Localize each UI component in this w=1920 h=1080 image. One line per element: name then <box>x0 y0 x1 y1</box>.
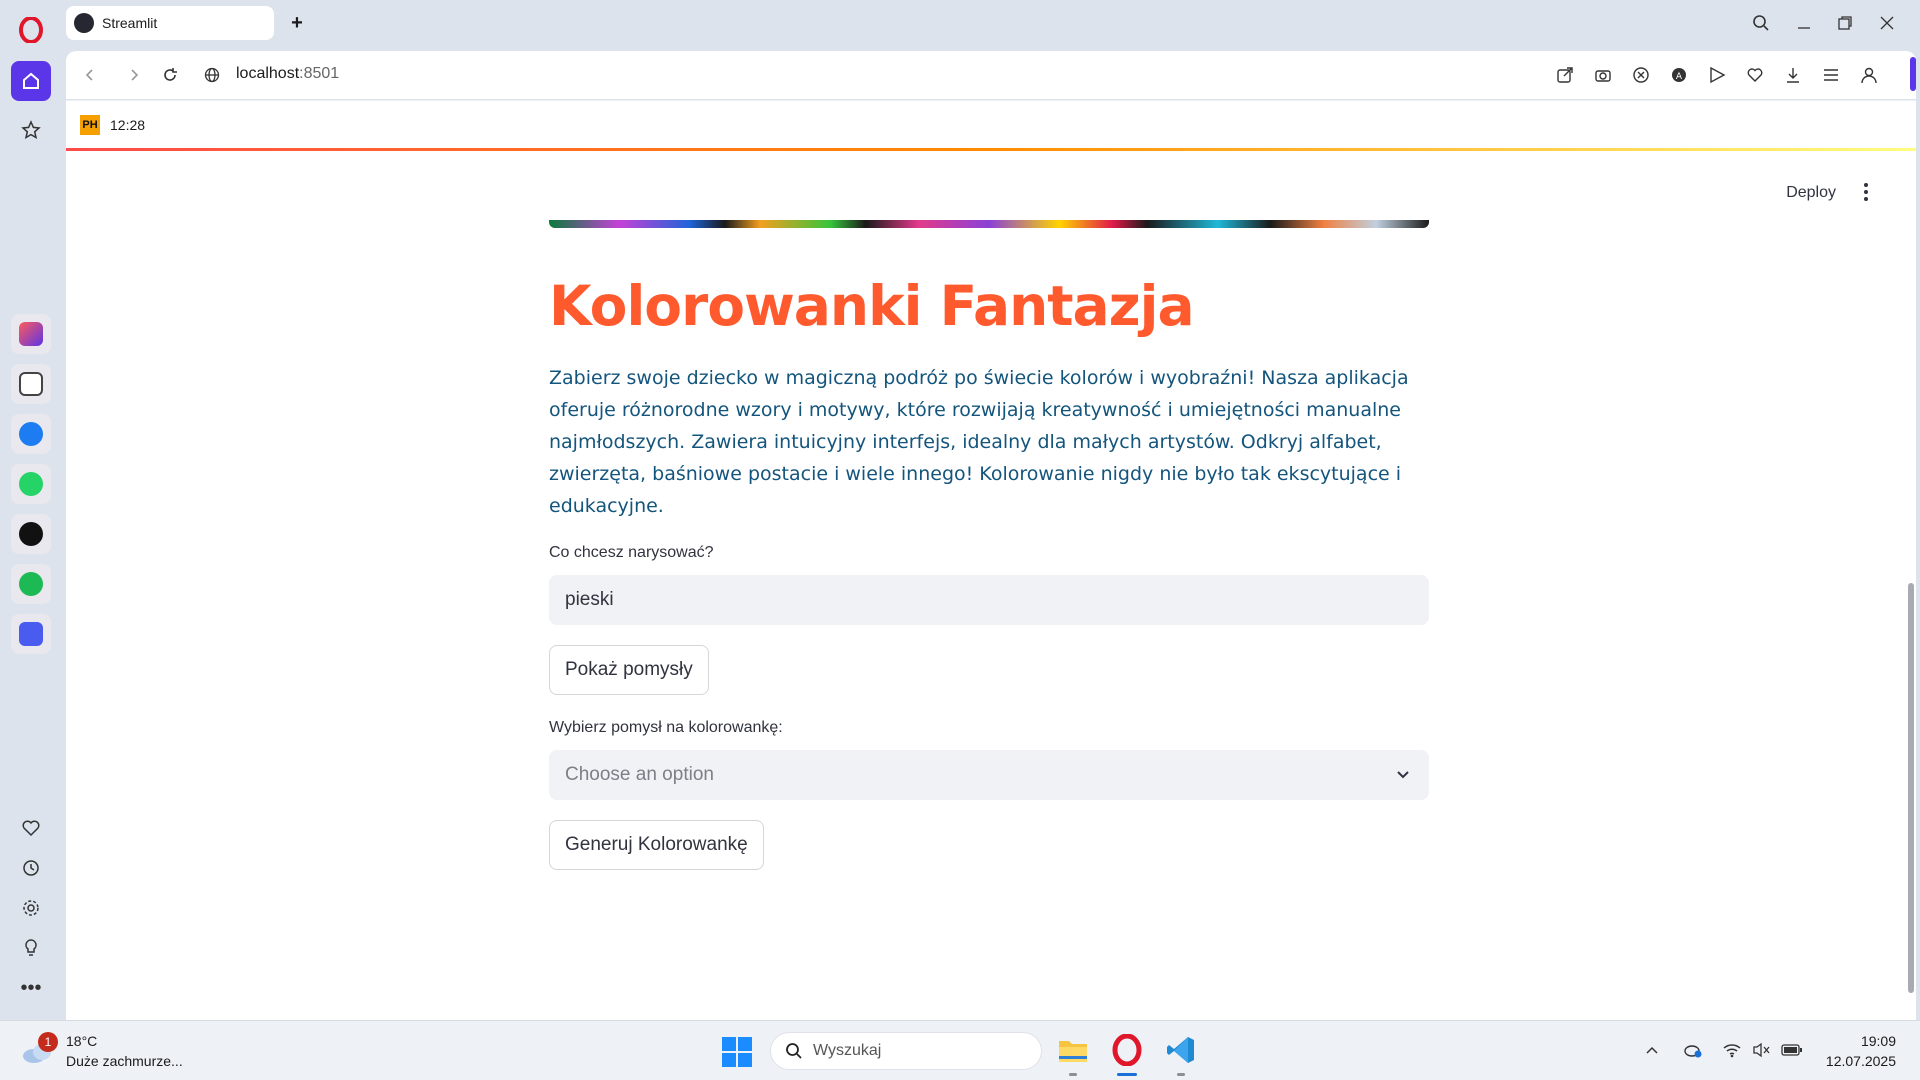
onedrive-icon[interactable] <box>1682 1039 1704 1061</box>
new-tab-button[interactable]: + <box>285 11 309 35</box>
weather-badge: 1 <box>38 1032 58 1052</box>
settings-icon[interactable] <box>11 888 51 928</box>
opera-logo-icon[interactable] <box>11 10 51 50</box>
send-icon[interactable] <box>1706 64 1728 86</box>
weather-temp: 18°C <box>66 1033 98 1049</box>
taskbar: 1 18°C Duże zachmurze... Wyszukaj 19:09 … <box>0 1020 1920 1080</box>
drawing-input-value: pieski <box>565 589 614 610</box>
tab-title: Streamlit <box>102 15 158 31</box>
more-icon[interactable]: ••• <box>11 968 51 1008</box>
opera-sidebar: ••• <box>0 0 62 1020</box>
messenger-icon[interactable] <box>11 414 51 454</box>
clock-date: 12.07.2025 <box>1825 1053 1896 1069</box>
minimize-icon[interactable] <box>1791 10 1817 36</box>
vscode-icon[interactable] <box>1162 1031 1200 1069</box>
shopping-bag-icon[interactable] <box>11 364 51 404</box>
deploy-button[interactable]: Deploy <box>1786 184 1836 202</box>
streamlit-page: Deploy Kolorowanki Fantazja Zabierz swoj… <box>66 148 1916 1020</box>
battery-icon[interactable] <box>1781 1039 1803 1061</box>
speaker-muted-icon[interactable] <box>1751 1039 1773 1061</box>
download-icon[interactable] <box>1782 64 1804 86</box>
aria-ai-icon[interactable] <box>11 314 51 354</box>
weather-widget[interactable]: 1 18°C Duże zachmurze... <box>20 1031 183 1071</box>
share-icon[interactable] <box>1554 64 1576 86</box>
drawing-input-label: Co chcesz narysować? <box>549 544 714 561</box>
sidebar-toggle-indicator[interactable] <box>1910 57 1916 91</box>
close-window-icon[interactable] <box>1874 10 1900 36</box>
search-tabs-icon[interactable] <box>1748 10 1774 36</box>
globe-icon[interactable] <box>200 63 224 87</box>
url-port: :8501 <box>299 65 340 82</box>
vscode-running-indicator <box>1177 1073 1185 1076</box>
idea-select[interactable]: Choose an option <box>549 750 1429 800</box>
main-menu-icon[interactable] <box>1854 180 1878 204</box>
svg-text:A: A <box>1676 72 1683 82</box>
idea-select-placeholder: Choose an option <box>565 764 714 785</box>
camera-icon[interactable] <box>1592 64 1614 86</box>
search-placeholder: Wyszukaj <box>813 1042 882 1059</box>
file-explorer-icon[interactable] <box>1054 1031 1092 1069</box>
bookmark-icon: PH <box>80 115 100 135</box>
scrollbar[interactable] <box>1908 583 1914 993</box>
spotify-icon[interactable] <box>11 564 51 604</box>
wifi-icon[interactable] <box>1721 1039 1743 1061</box>
profile-icon[interactable] <box>1858 64 1880 86</box>
adblock-icon[interactable] <box>1630 64 1652 86</box>
clock-time: 19:09 <box>1860 1033 1896 1049</box>
weather-desc: Duże zachmurze... <box>66 1053 183 1069</box>
streamlit-favicon-icon <box>74 13 94 33</box>
easy-setup-icon[interactable] <box>1820 64 1842 86</box>
history-icon[interactable] <box>11 848 51 888</box>
taskbar-search[interactable]: Wyszukaj <box>770 1032 1042 1070</box>
url-field[interactable]: localhost:8501 <box>236 65 339 83</box>
bookmarks-bar: PH 12:28 <box>66 100 1916 148</box>
banner-image <box>549 220 1429 228</box>
search-icon <box>786 1043 802 1059</box>
back-icon[interactable] <box>78 63 102 87</box>
vpn-icon[interactable]: A <box>1668 64 1690 86</box>
page-title: Kolorowanki Fantazja <box>549 274 1195 338</box>
idea-select-label: Wybierz pomysł na kolorowankę: <box>549 719 783 736</box>
chevron-up-icon[interactable] <box>1641 1039 1663 1061</box>
start-icon[interactable] <box>722 1037 752 1067</box>
chevron-down-icon <box>1397 771 1409 779</box>
tiktok-icon[interactable] <box>11 514 51 554</box>
address-bar: localhost:8501 A <box>66 51 1916 99</box>
drawing-input[interactable]: pieski <box>549 575 1429 625</box>
whatsapp-icon[interactable] <box>11 464 51 504</box>
url-host: localhost <box>236 65 300 82</box>
opera-active-indicator <box>1117 1073 1137 1076</box>
heart-icon[interactable] <box>11 808 51 848</box>
header-decoration <box>66 148 1916 151</box>
show-ideas-button[interactable]: Pokaż pomysły <box>549 645 709 695</box>
tab-streamlit[interactable]: Streamlit <box>66 6 274 40</box>
file-explorer-running-indicator <box>1069 1073 1077 1076</box>
generate-button[interactable]: Generuj Kolorowankę <box>549 820 764 870</box>
star-icon[interactable] <box>11 110 51 150</box>
tab-strip: Streamlit + <box>62 0 1920 48</box>
favorite-heart-icon[interactable] <box>1744 64 1766 86</box>
lightbulb-icon[interactable] <box>11 928 51 968</box>
app-description: Zabierz swoje dziecko w magiczną podróż … <box>549 367 1409 517</box>
bookmark-label: 12:28 <box>110 117 146 133</box>
forward-icon[interactable] <box>122 63 146 87</box>
reload-icon[interactable] <box>158 63 182 87</box>
bookmark-item[interactable]: PH 12:28 <box>80 115 145 135</box>
opera-taskbar-icon[interactable] <box>1108 1031 1146 1069</box>
home-icon[interactable] <box>11 61 51 101</box>
player-icon[interactable] <box>11 614 51 654</box>
restore-icon[interactable] <box>1832 10 1858 36</box>
cloud-icon: 1 <box>20 1032 58 1066</box>
system-clock[interactable]: 19:09 12.07.2025 <box>1826 1031 1896 1071</box>
